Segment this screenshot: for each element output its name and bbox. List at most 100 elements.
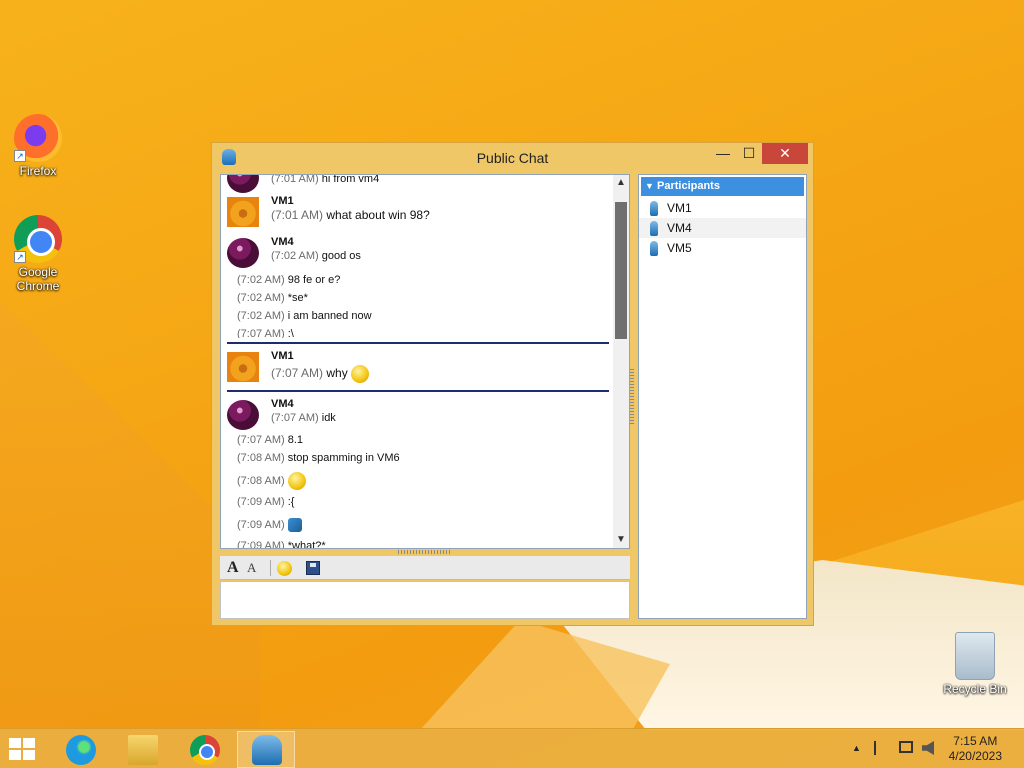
public-chat-window: Public Chat — ☐ ✕ (7:01 AM) hi from vm4 …	[211, 142, 814, 626]
scroll-down-icon[interactable]: ▼	[613, 532, 629, 548]
message-line: (7:02 AM) good os	[271, 248, 613, 266]
clock-time: 7:15 AM	[953, 734, 998, 748]
message-sender: VM1	[271, 350, 294, 362]
vertical-splitter-handle[interactable]	[630, 369, 634, 425]
clock-date: 4/20/2023	[948, 749, 1002, 763]
message-line: (7:01 AM) what about win 98?	[271, 207, 613, 225]
windows-logo-icon	[9, 738, 21, 748]
chat-history[interactable]: (7:01 AM) hi from vm4 VM1 (7:01 AM) what…	[220, 174, 630, 549]
message-text: why	[326, 366, 348, 380]
chrome-icon	[190, 735, 220, 765]
message-sender: VM4	[271, 236, 294, 248]
avatar	[227, 400, 259, 430]
chat-app-icon	[252, 735, 282, 765]
message-block: (7:01 AM) hi from vm4	[221, 174, 613, 193]
message-line: (7:07 AM) idk	[271, 410, 613, 428]
participants-panel: ▼ Participants VM1 VM4 VM5	[638, 174, 807, 619]
clock[interactable]: 7:15 AM 4/20/2023	[949, 734, 1002, 764]
windows-logo-icon	[9, 750, 21, 760]
windows-logo-icon	[23, 750, 35, 760]
message-line: (7:07 AM) 8.1	[237, 432, 613, 450]
message-time: (7:02 AM)	[237, 274, 285, 286]
user-icon	[650, 201, 658, 216]
start-button[interactable]	[9, 738, 37, 762]
message-line: (7:09 AM) *what?*	[237, 538, 613, 548]
chat-scrollbar[interactable]: ▲ ▼	[613, 175, 629, 548]
font-color-button[interactable]: A	[247, 559, 256, 577]
emoticon-button-icon[interactable]	[277, 561, 292, 576]
message-continuation: (7:07 AM) 8.1 (7:08 AM) stop spamming in…	[221, 432, 613, 548]
message-time: (7:09 AM)	[237, 519, 285, 531]
network-icon[interactable]	[899, 741, 913, 753]
message-text: good os	[321, 250, 361, 262]
message-text: i am banned now	[287, 310, 372, 322]
message-text: what about win 98?	[326, 208, 430, 222]
participant-item[interactable]: VM4	[639, 218, 806, 238]
thinking-emoticon-icon	[351, 364, 370, 383]
title-bar[interactable]: Public Chat — ☐ ✕	[212, 143, 813, 171]
message-line: (7:09 AM)	[237, 512, 613, 538]
message-time: (7:01 AM)	[271, 174, 319, 185]
message-time: (7:09 AM)	[237, 540, 285, 548]
desktop-icon-recycle-bin[interactable]: Recycle Bin	[937, 632, 1013, 696]
message-block: VM4 (7:07 AM) idk	[221, 396, 613, 432]
horizontal-splitter-handle[interactable]	[398, 550, 452, 554]
message-time: (7:02 AM)	[237, 292, 285, 304]
message-input[interactable]	[220, 581, 630, 619]
taskbar: ▲ 7:15 AM 4/20/2023	[0, 728, 1024, 768]
message-line: (7:07 AM) why	[271, 362, 613, 384]
avatar	[227, 175, 259, 193]
chrome-icon: ↗	[14, 215, 62, 263]
participant-item[interactable]: VM5	[639, 238, 806, 258]
show-hidden-icons[interactable]: ▲	[852, 743, 861, 753]
message-time: (7:02 AM)	[271, 250, 319, 262]
minimize-button[interactable]: —	[709, 143, 737, 164]
participant-item[interactable]: VM1	[639, 198, 806, 218]
sad-emoticon-icon	[287, 472, 306, 491]
message-time: (7:08 AM)	[237, 475, 285, 487]
participants-header-label: Participants	[657, 180, 720, 192]
scroll-up-icon[interactable]: ▲	[613, 175, 629, 191]
speaker-muted-icon[interactable]	[922, 741, 934, 755]
participant-name: VM4	[667, 221, 692, 235]
participants-header[interactable]: ▼ Participants	[641, 177, 804, 196]
user-icon	[650, 221, 658, 236]
message-time: (7:07 AM)	[237, 434, 285, 446]
maximize-button[interactable]: ☐	[735, 143, 763, 164]
folder-icon	[128, 735, 158, 765]
desktop-icon-label: Recycle Bin	[943, 682, 1007, 696]
message-time: (7:07 AM)	[271, 366, 324, 380]
taskbar-chat-app[interactable]	[237, 731, 295, 768]
font-button[interactable]: A	[227, 559, 239, 577]
format-toolbar: A A	[220, 556, 630, 580]
message-line: (7:08 AM)	[237, 468, 613, 494]
message-continuation: (7:02 AM) 98 fe or e? (7:02 AM) *se* (7:…	[221, 272, 613, 338]
message-time: (7:08 AM)	[237, 452, 285, 464]
close-button[interactable]: ✕	[762, 143, 808, 164]
message-time: (7:09 AM)	[237, 496, 285, 508]
taskbar-chrome[interactable]	[175, 731, 233, 768]
message-text: 98 fe or e?	[287, 274, 341, 286]
toolbar-separator	[270, 560, 271, 576]
message-line: (7:07 AM) :\	[237, 326, 613, 338]
desktop-icon-firefox[interactable]: ↗ Firefox	[0, 114, 76, 178]
participant-name: VM5	[667, 241, 692, 255]
message-time: (7:07 AM)	[237, 328, 285, 338]
collapse-arrow-icon: ▼	[645, 181, 654, 191]
message-sender: VM4	[271, 398, 294, 410]
action-center-flag-icon[interactable]	[874, 741, 888, 755]
avatar	[227, 352, 259, 382]
message-block: VM4 (7:02 AM) good os	[221, 234, 613, 272]
desktop-icon-chrome[interactable]: ↗ Google Chrome	[0, 215, 76, 293]
message-block: VM1 (7:01 AM) what about win 98?	[221, 193, 613, 234]
taskbar-edge[interactable]	[51, 731, 109, 768]
message-line: (7:09 AM) :{	[237, 494, 613, 512]
windows-logo-icon	[23, 738, 35, 748]
message-text: *what?*	[287, 540, 326, 548]
message-text: *se*	[287, 292, 308, 304]
desktop-icon-label: Firefox	[19, 164, 57, 178]
scroll-thumb[interactable]	[615, 202, 627, 339]
user-icon	[650, 241, 658, 256]
save-button-icon[interactable]	[306, 561, 320, 575]
taskbar-file-explorer[interactable]	[113, 731, 171, 768]
